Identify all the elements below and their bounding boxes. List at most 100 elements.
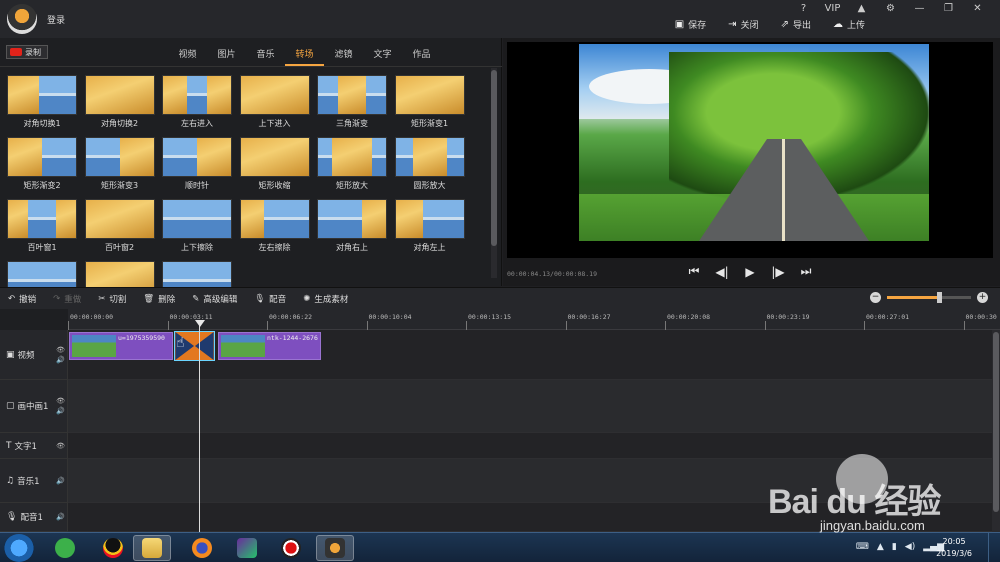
generate-material-button[interactable]: ✺ 生成素材 xyxy=(303,293,348,305)
tab-text[interactable]: 文字 xyxy=(363,47,402,66)
track-visibility-icon[interactable]: 👁 xyxy=(56,441,65,451)
library-scroll-thumb[interactable] xyxy=(491,70,497,246)
start-button[interactable] xyxy=(4,534,34,562)
transition-item[interactable]: 对角切换1 xyxy=(7,75,79,135)
ruler-tick xyxy=(963,321,965,330)
taskbar-app-qq[interactable] xyxy=(94,535,132,561)
maximize-icon[interactable]: ❐ xyxy=(934,2,963,16)
track-audio-icon[interactable]: 🔊 xyxy=(56,476,65,486)
upload-button[interactable]: ☁ 上传 xyxy=(833,18,865,31)
taskbar-app-video-editor[interactable] xyxy=(316,535,354,561)
ruler-tick xyxy=(167,321,169,330)
show-desktop-button[interactable] xyxy=(988,533,1000,562)
undo-button[interactable]: ↶ 撤销 xyxy=(8,293,36,305)
tab-transitions[interactable]: 转场 xyxy=(285,47,324,66)
transition-item[interactable]: 三角渐变 xyxy=(317,75,389,135)
video-clip[interactable]: u=1975359590 xyxy=(69,332,173,360)
clock-time: 20:05 xyxy=(942,537,966,546)
pip-icon: ▢ xyxy=(6,401,15,411)
tab-music[interactable]: 音乐 xyxy=(246,47,285,66)
transition-item[interactable]: 百叶窗1 xyxy=(7,199,79,259)
keyboard-icon[interactable]: ⌨ xyxy=(856,542,869,552)
track-header-text[interactable]: T 文字1 👁 xyxy=(0,433,68,459)
zoom-slider[interactable] xyxy=(887,292,971,303)
zoom-in-icon[interactable]: + xyxy=(977,292,988,303)
timeline-scroll-thumb[interactable] xyxy=(993,332,999,512)
track-audio-icon[interactable]: 🔊 xyxy=(56,512,65,522)
redo-button[interactable]: ↷ 重做 xyxy=(53,293,81,305)
usb-icon[interactable]: ▮ xyxy=(892,542,897,552)
delete-button[interactable]: 🗑 删除 xyxy=(143,293,175,305)
user-avatar[interactable] xyxy=(7,4,37,34)
close-button[interactable]: ⇥ 关闭 xyxy=(728,18,758,31)
settings-icon[interactable]: ⚙ xyxy=(876,2,905,16)
transition-item[interactable]: 上下擦除 xyxy=(162,199,234,259)
video-clip[interactable]: ntk-1244-2676 xyxy=(218,332,321,360)
transition-item[interactable]: 对角切换2 xyxy=(84,75,157,135)
tab-works[interactable]: 作品 xyxy=(402,47,441,66)
save-button[interactable]: ▣ 保存 xyxy=(675,18,706,31)
step-forward-icon[interactable]: |▶ xyxy=(771,265,785,279)
cut-button[interactable]: ✂ 切割 xyxy=(98,293,126,305)
tray-expand-icon[interactable]: ▲ xyxy=(877,542,884,552)
playhead[interactable] xyxy=(199,321,200,532)
video-track[interactable]: u=1975359590 ntk-1244-2676 xyxy=(68,330,992,380)
transition-item[interactable]: 矩形渐变1 xyxy=(394,75,467,135)
timeline-scrollbar[interactable] xyxy=(992,330,1000,532)
film-reel-icon: ✺ xyxy=(303,294,311,304)
help-icon[interactable]: ? xyxy=(789,2,818,16)
vip-icon[interactable]: VIP xyxy=(818,2,847,16)
transition-item[interactable]: 上下进入 xyxy=(239,75,312,135)
login-link[interactable]: 登录 xyxy=(47,13,65,26)
transition-item[interactable]: 顺时针 xyxy=(162,137,234,197)
track-visibility-audio-icons[interactable]: 👁 🔊 xyxy=(56,345,65,365)
transition-item[interactable]: 圆形放大 xyxy=(394,137,467,197)
taskbar-app-media[interactable] xyxy=(228,535,266,561)
transition-item[interactable]: 左右擦除 xyxy=(239,199,312,259)
taskbar-app-explorer[interactable] xyxy=(133,535,171,561)
track-visibility-audio-icons[interactable]: 👁 🔊 xyxy=(56,396,65,416)
transition-item[interactable]: 矩形收缩 xyxy=(239,137,312,197)
baidu-watermark: Bai du 经验 jingyan.baidu.com xyxy=(768,452,978,533)
ruler-tick-label: 00:00:23:19 xyxy=(766,313,810,321)
track-header-music[interactable]: ♫ 音乐1 🔊 xyxy=(0,459,68,503)
playhead-handle[interactable] xyxy=(195,320,205,327)
tab-images[interactable]: 图片 xyxy=(207,47,246,66)
record-button[interactable]: 录制 xyxy=(6,45,48,59)
pip-track[interactable] xyxy=(68,380,992,433)
tab-video[interactable]: 视频 xyxy=(168,47,207,66)
taskbar-app-360[interactable] xyxy=(46,535,84,561)
step-back-icon[interactable]: ◀| xyxy=(715,265,729,279)
transition-item[interactable]: 矩形放大 xyxy=(317,137,389,197)
export-button[interactable]: ⇗ 导出 xyxy=(781,18,811,31)
transition-thumbnail xyxy=(162,137,232,177)
track-header-pip[interactable]: ▢ 画中画1 👁 🔊 xyxy=(0,380,68,433)
transition-item[interactable]: 矩形渐变2 xyxy=(7,137,79,197)
advanced-edit-button[interactable]: ✎ 高级编辑 xyxy=(192,293,237,305)
transition-item[interactable]: 对角左上 xyxy=(394,199,467,259)
transition-item[interactable]: 百叶窗2 xyxy=(84,199,157,259)
volume-icon[interactable]: ◀) xyxy=(905,542,915,552)
transition-label: 左右进入 xyxy=(181,119,213,128)
library-scrollbar[interactable] xyxy=(491,68,497,278)
close-window-icon[interactable]: ✕ xyxy=(963,2,992,16)
transition-item[interactable]: 左右进入 xyxy=(162,75,234,135)
dub-button[interactable]: 🎙 配音 xyxy=(254,293,286,305)
track-header-video[interactable]: ▣ 视频 👁 🔊 xyxy=(0,330,68,380)
zoom-out-icon[interactable]: − xyxy=(870,292,881,303)
notification-icon[interactable]: ▲ xyxy=(847,2,876,16)
track-header-voiceover[interactable]: 🎙 配音1 🔊 xyxy=(0,503,68,532)
taskbar-app-firefox[interactable] xyxy=(183,535,221,561)
tab-filters[interactable]: 滤镜 xyxy=(324,47,363,66)
minimize-icon[interactable]: — xyxy=(905,2,934,16)
taskbar-clock[interactable]: 20:05 2019/3/6 xyxy=(936,536,972,560)
skip-forward-icon[interactable]: ⏭ xyxy=(799,264,813,279)
skip-back-icon[interactable]: ⏮ xyxy=(687,264,701,279)
transition-item[interactable]: 对角右上 xyxy=(317,199,389,259)
taskbar-app-recorder[interactable] xyxy=(272,535,310,561)
transition-item[interactable]: 矩形渐变3 xyxy=(84,137,157,197)
play-icon[interactable]: ▶ xyxy=(743,265,757,279)
transition-label: 三角渐变 xyxy=(336,119,368,128)
time-ruler[interactable]: 00:00:00:00 00:00:03:11 00:00:06:22 00:00:1… xyxy=(68,309,1000,330)
zoom-slider-handle[interactable] xyxy=(937,292,943,303)
